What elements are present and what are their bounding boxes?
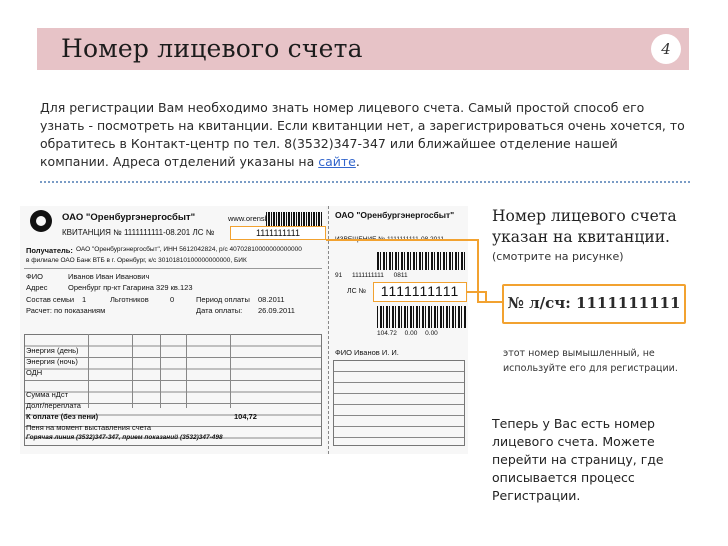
notice-account-highlight: 1111111111 <box>373 282 467 302</box>
receipt-account-highlight: 1111111111 <box>230 226 326 240</box>
row-label: К оплате (без пени) <box>26 412 99 421</box>
company-logo-icon <box>30 210 52 232</box>
receipt-main: ОАО "Оренбургэнергосбыт" www.orensbyt.ru… <box>20 206 326 454</box>
slide-header: Номер лицевого счета 4 <box>37 28 689 70</box>
family-value: 1 <box>82 295 87 304</box>
intro-text-end: . <box>355 154 360 169</box>
address-value: Оренбург пр-кт Гагарина 329 кв.123 <box>68 283 193 292</box>
calc-label: Расчет: по показаниям <box>26 306 106 315</box>
benefit-label: Льготников <box>110 295 149 304</box>
receipt-image: ОАО "Оренбургэнергосбыт" www.orensbyt.ru… <box>20 206 468 454</box>
page-number-badge: 4 <box>651 34 681 64</box>
notice-barcode-icon <box>377 252 465 270</box>
intro-paragraph: Для регистрации Вам необходимо знать ном… <box>40 99 690 171</box>
receipt-total: 104,72 <box>234 412 257 421</box>
period-value: 08.2011 <box>258 295 285 304</box>
period-label: Период оплаты <box>196 295 250 304</box>
fio-value: Иванов Иван Иванович <box>68 272 150 281</box>
row-label: Сумма нДст <box>26 390 69 399</box>
account-number-text: № л/сч: 1111111111 <box>507 294 681 312</box>
side-hint: (смотрите на рисунке) <box>492 250 624 263</box>
table-col-line <box>160 334 161 408</box>
receipt-hotline: Горячая линия (3532)347-347, прием показ… <box>26 434 223 441</box>
next-step-text: Теперь у Вас есть номер лицевого счета. … <box>492 416 664 503</box>
account-number-badge: № л/сч: 1111111111 <box>502 284 686 324</box>
side-title: Номер лицевого счета указан на квитанции… <box>492 207 677 246</box>
receipt-divider <box>24 268 322 269</box>
notice-sums: 104.72 0.00 0.00 <box>377 330 438 337</box>
table-col-line <box>186 334 187 408</box>
notice-codes: 91 1111111111 0811 <box>335 272 408 279</box>
row-label: Энергия (день) <box>26 346 79 355</box>
connector-line-side <box>466 291 487 302</box>
payer-value: ОАО "Оренбургэнергосбыт", ИНН 5612042824… <box>76 246 302 253</box>
table-col-line <box>132 334 133 408</box>
dotted-divider <box>40 181 690 183</box>
notice-table <box>333 360 465 446</box>
receipt-number: КВИТАНЦИЯ № 1111111111-08.201 ЛС № <box>62 228 215 237</box>
fio-label: ФИО <box>26 272 43 281</box>
site-link[interactable]: сайте <box>318 154 356 169</box>
calc-date-value: 26.09.2011 <box>258 306 295 315</box>
receipt-notice: ОАО "Оренбургэнергосбыт" ИЗВЕЩЕНИЕ № 111… <box>328 206 468 454</box>
slide-title: Номер лицевого счета <box>61 34 363 63</box>
calc-date-label: Дата оплаты: <box>196 306 243 315</box>
bank-value: в филиале ОАО Банк ВТБ в г. Оренбург, к/… <box>26 257 247 264</box>
receipt-company: ОАО "Оренбургэнергосбыт" <box>62 212 196 223</box>
table-col-line <box>230 334 231 408</box>
row-label: ОДН <box>26 368 43 377</box>
notice-ls-label: ЛС № <box>347 288 367 295</box>
benefit-value: 0 <box>170 295 175 304</box>
notice-number: ИЗВЕЩЕНИЕ № 1111111111-08.2011 <box>335 236 444 243</box>
table-col-line <box>88 334 89 408</box>
row-label: Энергия (ночь) <box>26 357 78 366</box>
notice-barcode2-icon <box>377 306 467 328</box>
intro-text: Для регистрации Вам необходимо знать ном… <box>40 100 685 169</box>
notice-company: ОАО "Оренбургэнергосбыт" <box>335 210 455 220</box>
notice-fio: ФИО Иванов И. И. <box>335 348 399 357</box>
family-label: Состав семьи <box>26 295 75 304</box>
address-label: Адрес <box>26 283 48 292</box>
payer-label: Получатель: <box>26 246 73 255</box>
fake-number-note: этот номер вымышленный, не используйте е… <box>503 348 678 374</box>
row-label: Пеня на момент выставления счета <box>26 423 152 432</box>
row-label: Долг/переплата <box>26 401 81 410</box>
